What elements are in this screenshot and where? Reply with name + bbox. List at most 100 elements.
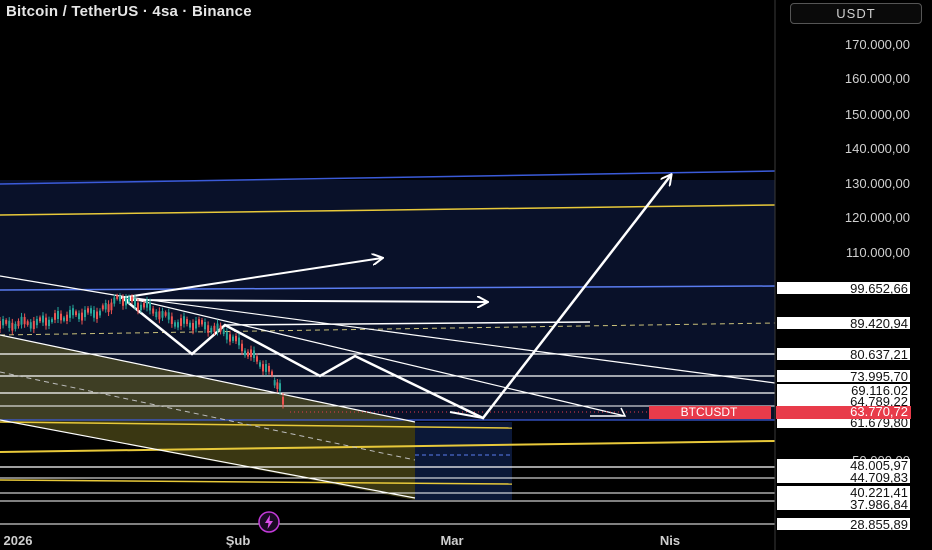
y-tick-label: 120.000,00: [845, 210, 910, 225]
price-chart[interactable]: 170.000,00 160.000,00 150.000,00 140.000,00…: [0, 0, 932, 550]
price-level-label: 28.855,89: [850, 517, 908, 532]
candle: [20, 316, 23, 325]
lightning-icon[interactable]: [258, 511, 280, 533]
candle: [78, 313, 80, 320]
candle: [107, 304, 110, 313]
candle: [23, 317, 26, 325]
candle: [282, 396, 284, 405]
candle: [14, 323, 17, 329]
candle: [57, 310, 59, 319]
y-tick-label: 170.000,00: [845, 37, 910, 52]
candle: [155, 311, 158, 318]
candle: [17, 320, 20, 327]
candle: [216, 323, 219, 332]
candle: [69, 309, 71, 318]
candle: [128, 296, 130, 302]
x-tick-label: 2026: [4, 533, 33, 548]
lower-blue-zone: [415, 422, 512, 500]
candle: [271, 371, 273, 376]
candle: [213, 325, 216, 332]
candle: [8, 320, 11, 328]
candle: [119, 295, 121, 302]
candle: [35, 318, 38, 326]
candle: [134, 298, 136, 307]
x-tick-label: Nis: [660, 533, 680, 548]
candle: [259, 362, 261, 367]
candle: [222, 329, 225, 334]
candle: [158, 311, 161, 320]
candle: [2, 319, 5, 326]
candle: [229, 334, 231, 342]
candle: [247, 351, 249, 357]
candle: [104, 302, 107, 310]
candle: [183, 316, 185, 324]
candle: [152, 308, 155, 314]
candle: [99, 310, 101, 316]
candle: [63, 317, 65, 321]
candle: [116, 295, 119, 299]
candle: [238, 337, 240, 346]
candle: [96, 311, 98, 320]
candle: [241, 343, 243, 352]
candle: [207, 325, 210, 333]
candle: [244, 350, 246, 356]
candle: [201, 320, 203, 325]
candle: [84, 309, 86, 318]
candle: [279, 383, 281, 391]
candle: [11, 322, 14, 331]
x-tick-label: Mar: [440, 533, 463, 548]
candle: [131, 296, 133, 302]
candle: [26, 321, 29, 325]
candle: [204, 321, 206, 330]
candle: [54, 313, 56, 320]
candle: [256, 356, 258, 362]
price-level-label: 99.652,66: [850, 281, 908, 296]
candle: [192, 322, 194, 331]
candle: [110, 302, 113, 311]
candle: [39, 317, 41, 322]
candle: [5, 320, 8, 324]
candle: [225, 331, 228, 340]
y-tick-label: 110.000,00: [846, 245, 910, 260]
candle: [143, 303, 145, 308]
price-level-label: 37.986,84: [850, 497, 908, 512]
y-tick-label: 140.000,00: [845, 141, 910, 156]
candle: [253, 350, 255, 359]
candle: [198, 319, 200, 325]
candle: [164, 312, 167, 316]
symbol-label: BTCUSDT: [681, 405, 738, 419]
candle: [60, 313, 62, 321]
candle: [170, 316, 173, 325]
candle: [48, 319, 50, 327]
candle: [219, 325, 222, 332]
currency-button[interactable]: USDT: [790, 3, 922, 24]
candle: [81, 312, 83, 321]
y-tick-label: 150.000,00: [845, 107, 910, 122]
price-level-label: 80.637,21: [850, 347, 908, 362]
candle: [149, 302, 151, 311]
candle: [87, 308, 89, 313]
x-axis-ticks: 2026 Şub Mar Nis: [4, 533, 681, 548]
candle: [210, 327, 213, 333]
candle: [180, 318, 182, 326]
candle: [265, 363, 267, 372]
candle: [66, 314, 68, 321]
candle: [232, 336, 234, 341]
candle: [137, 302, 139, 311]
candle: [93, 309, 95, 318]
candle: [273, 380, 276, 386]
candle: [161, 311, 164, 318]
candle: [42, 315, 44, 323]
price-level-label: 44.709,83: [850, 470, 908, 485]
candle: [101, 305, 104, 310]
candle: [235, 335, 237, 342]
candle: [125, 297, 127, 306]
candle: [32, 320, 35, 329]
y-tick-label: 160.000,00: [845, 71, 910, 86]
candle: [29, 322, 32, 329]
current-price-label: 63.770,72: [850, 404, 908, 419]
price-level-label: 73.995,70: [850, 369, 908, 384]
candle: [140, 304, 142, 311]
candle: [90, 308, 92, 314]
candle: [186, 319, 188, 324]
